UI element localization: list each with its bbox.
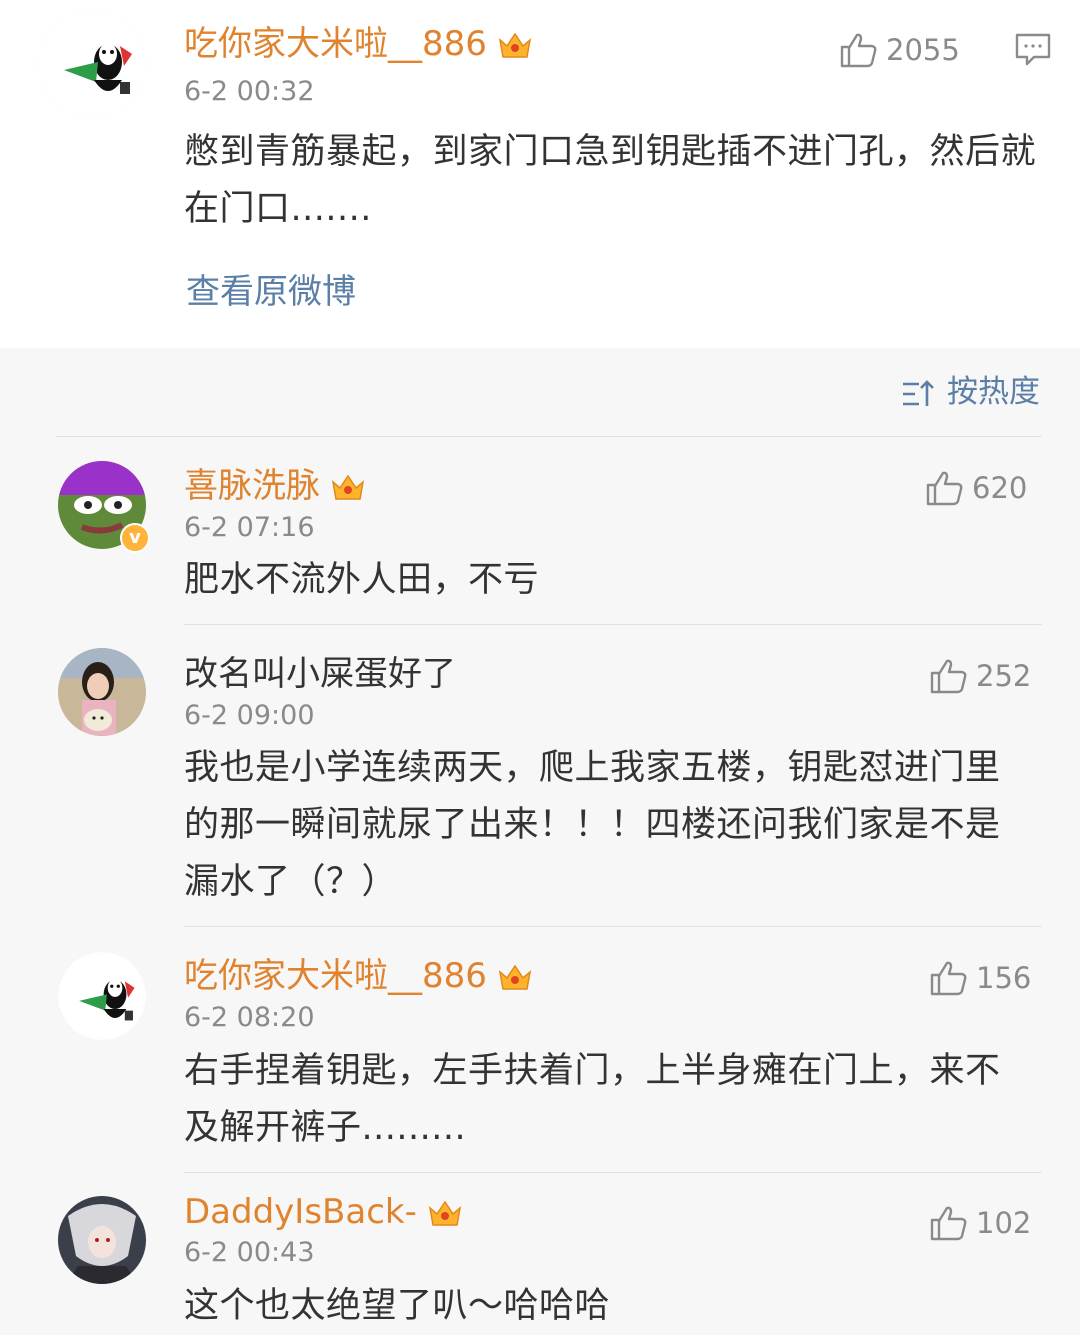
comment-username[interactable]: 喜脉洗脉 — [184, 466, 366, 506]
thumbs-up-icon — [840, 33, 877, 68]
post-username[interactable]: 吃你家大米啦__886 — [184, 24, 533, 64]
divider — [184, 926, 1042, 927]
comment-time: 6-2 09:00 — [184, 700, 315, 731]
comment-text: 我也是小学连续两天，爬上我家五楼，钥匙怼进门里的那一瞬间就尿了出来！！！四楼还问… — [184, 748, 1001, 902]
thumbs-up-icon — [930, 659, 967, 694]
comment-avatar[interactable] — [58, 1196, 146, 1284]
post-like-button[interactable]: 2055 — [838, 30, 960, 69]
post-time: 6-2 00:32 — [184, 76, 315, 107]
comment-like-button[interactable]: 252 — [928, 656, 1031, 695]
comment-like-button[interactable]: 102 — [928, 1203, 1031, 1242]
girl-with-dog-avatar-icon — [58, 648, 146, 736]
comment-text: 肥水不流外人田，不亏 — [184, 560, 540, 600]
comment-time: 6-2 08:20 — [184, 1002, 315, 1033]
thumbs-up-icon — [926, 471, 963, 506]
comment-avatar[interactable] — [58, 952, 146, 1040]
comment-like-button[interactable]: 156 — [928, 958, 1031, 997]
no-face-avatar-icon — [58, 952, 146, 1040]
vip-crown-icon — [498, 964, 532, 990]
vip-crown-icon — [428, 1200, 461, 1226]
no-face-avatar-icon — [38, 10, 146, 118]
comment-username[interactable]: DaddyIsBack- — [184, 1192, 463, 1232]
comment-icon[interactable] — [1014, 32, 1052, 66]
comment-text: 这个也太绝望了叭～哈哈哈 — [184, 1286, 611, 1326]
vip-crown-icon — [331, 474, 365, 500]
comment-like-button[interactable]: 620 — [924, 468, 1027, 507]
divider — [184, 624, 1042, 625]
comment-username[interactable]: 改名叫小屎蛋好了 — [184, 654, 456, 694]
divider — [56, 436, 1042, 437]
comment-avatar[interactable] — [58, 648, 146, 736]
sort-icon — [903, 379, 934, 406]
vip-crown-icon — [498, 32, 532, 58]
post-text: 憋到青筋暴起，到家门口急到钥匙插不进门孔，然后就在门口....... — [184, 132, 1037, 229]
view-original-link[interactable]: 查看原微博 — [186, 272, 356, 312]
original-post: 吃你家大米啦__886 6-2 00:32 2055 憋到青筋暴起，到家门口急到… — [0, 0, 1080, 348]
comment-username[interactable]: 吃你家大米啦__886 — [184, 956, 533, 996]
comment-time: 6-2 07:16 — [184, 512, 315, 543]
thumbs-up-icon — [930, 1206, 967, 1241]
comment-time: 6-2 00:43 — [184, 1237, 315, 1268]
thumbs-up-icon — [930, 961, 967, 996]
divider — [184, 1172, 1042, 1173]
post-avatar[interactable] — [38, 10, 146, 118]
comment-text: 右手捏着钥匙，左手扶着门，上半身瘫在门上，来不及解开裤子......... — [184, 1051, 1001, 1148]
verified-badge-icon: v — [120, 523, 150, 553]
anime-character-avatar-icon — [58, 1196, 146, 1284]
sort-by-hot-button[interactable]: 按热度 — [901, 372, 1040, 412]
